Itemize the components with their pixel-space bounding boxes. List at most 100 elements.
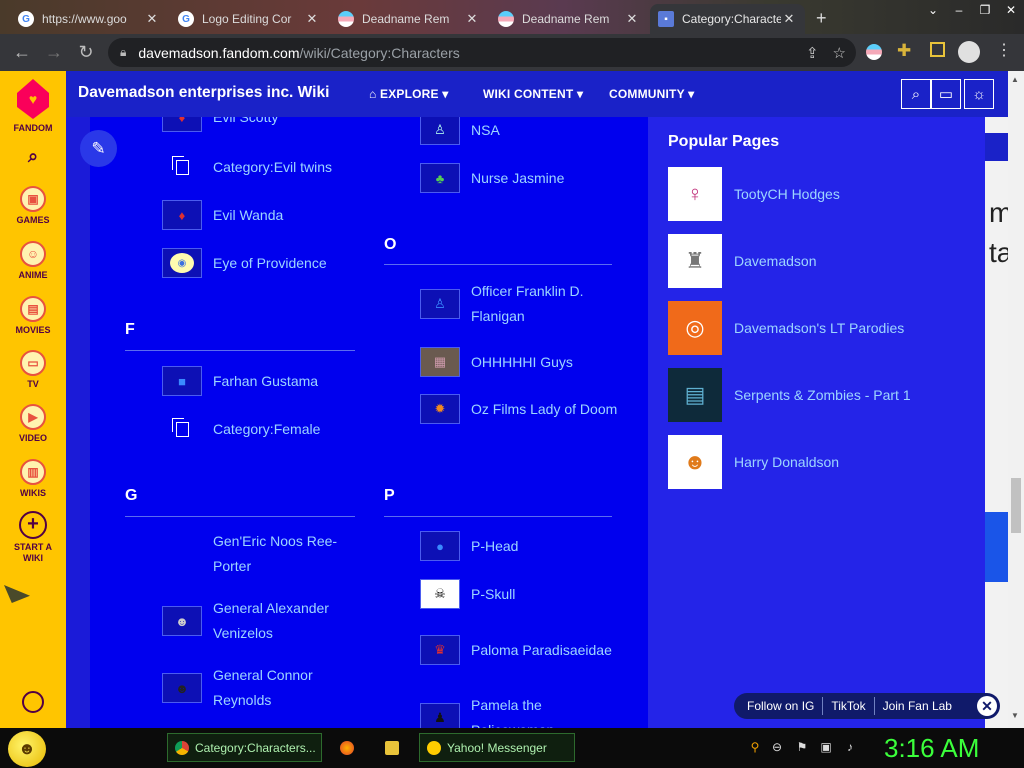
flag-icon[interactable]: ⚑ <box>795 740 809 754</box>
rail-tv[interactable]: ▭ TV <box>0 350 66 390</box>
extensions-puzzle-icon[interactable]: ✚ <box>897 41 911 61</box>
network-icon[interactable]: ▣ <box>819 740 833 754</box>
close-icon[interactable]: ✕ <box>781 11 797 27</box>
list-item[interactable]: ▦ OHHHHHI Guys <box>420 347 621 377</box>
nav-community[interactable]: COMMUNITY ▾ <box>609 87 694 101</box>
list-item-link[interactable]: Category:Evil twins <box>213 155 363 180</box>
menu-kebab-icon[interactable]: ⋮ <box>996 40 1012 60</box>
start-smiley-icon[interactable]: ☻ <box>8 731 46 767</box>
browser-tab[interactable]: G Logo Editing Cor ✕ <box>170 4 328 34</box>
list-item-link[interactable]: Evil Wanda <box>213 203 363 228</box>
popular-page-item[interactable]: ♀ TootyCH Hodges <box>668 167 840 221</box>
page-scrollbar[interactable]: ▲ ▼ <box>1008 71 1024 728</box>
bookmark-star-icon[interactable]: ☆ <box>833 44 846 62</box>
list-item[interactable]: ♟ Pamela the Policewoman <box>420 693 621 728</box>
taskbar-app-chrome[interactable]: Category:Characters... <box>167 733 322 762</box>
sidepanel-icon[interactable] <box>930 42 945 57</box>
list-item-link[interactable]: General Connor Reynolds <box>213 663 363 713</box>
list-item[interactable]: ♦ Evil Scotty <box>162 117 363 132</box>
minus-circle-icon[interactable]: ⊖ <box>770 740 784 754</box>
search-icon[interactable]: ⌕ <box>901 79 931 109</box>
browser-tab[interactable]: Deadname Rem ✕ <box>490 4 648 34</box>
rail-start-a-wiki[interactable]: + START A WIKI <box>0 511 66 564</box>
rail-search[interactable]: ⌕ <box>0 147 66 173</box>
back-arrow-icon[interactable]: ← <box>6 37 38 69</box>
speaker-icon[interactable]: ♪ <box>843 740 857 754</box>
popular-page-item[interactable]: ♜ Davemadson <box>668 234 817 288</box>
close-icon[interactable]: ✕ <box>624 11 640 27</box>
nav-wiki-content[interactable]: WIKI CONTENT ▾ <box>483 87 583 101</box>
close-icon[interactable]: ✕ <box>977 696 997 716</box>
list-item[interactable]: ☻ General Connor Reynolds <box>162 663 363 713</box>
list-item-link[interactable]: Officer Franklin D. Flanigan <box>471 279 621 329</box>
list-item-link[interactable]: NSA <box>471 118 621 143</box>
list-item[interactable]: ♦ Evil Wanda <box>162 200 363 230</box>
join-fan-lab-link[interactable]: Join Fan Lab <box>875 697 960 715</box>
taskbar-app-firefox[interactable] <box>333 733 363 762</box>
taskbar-app-folder[interactable] <box>378 733 408 762</box>
pride-flag-extension-icon[interactable] <box>866 44 882 60</box>
list-item-link[interactable]: Category:Female <box>213 417 363 442</box>
rail-games[interactable]: ▣ GAMES <box>0 186 66 226</box>
rail-movies[interactable]: ▤ MOVIES <box>0 296 66 336</box>
list-item[interactable]: ♙ NSA <box>420 117 621 145</box>
restore-icon[interactable]: ❐ <box>972 0 998 20</box>
close-icon[interactable]: ✕ <box>144 11 160 27</box>
close-icon[interactable]: ✕ <box>304 11 320 27</box>
search-icon[interactable]: ⚲ <box>748 740 762 754</box>
list-item[interactable]: ♙ Officer Franklin D. Flanigan <box>420 279 621 329</box>
popular-page-link[interactable]: Serpents & Zombies - Part 1 <box>734 387 911 403</box>
profile-avatar-icon[interactable] <box>958 41 980 63</box>
browser-tab-active[interactable]: ▪ Category:Characte ✕ <box>650 4 805 34</box>
edit-pencil-icon[interactable]: ✎ <box>80 130 117 167</box>
list-item-link[interactable]: OHHHHHI Guys <box>471 350 621 375</box>
list-item-link[interactable]: Farhan Gustama <box>213 369 363 394</box>
list-item-link[interactable]: Eye of Providence <box>213 251 363 276</box>
list-item[interactable]: ♣ Nurse Jasmine <box>420 163 621 193</box>
popular-page-link[interactable]: TootyCH Hodges <box>734 186 840 202</box>
popular-page-link[interactable]: Davemadson's LT Parodies <box>734 320 904 336</box>
list-item[interactable]: ☠ P-Skull <box>420 579 621 609</box>
scroll-up-arrow[interactable]: ▲ <box>1011 75 1019 84</box>
wiki-title[interactable]: Davemadson enterprises inc. Wiki <box>78 84 329 102</box>
list-item-link[interactable]: General Alexander Venizelos <box>213 596 363 646</box>
scrollbar-thumb[interactable] <box>1011 478 1021 533</box>
list-item-link[interactable]: Pamela the Policewoman <box>471 693 621 728</box>
list-item[interactable]: ♛ Paloma Paradisaeidae <box>420 635 621 665</box>
browser-tab[interactable]: G https://www.goo ✕ <box>10 4 168 34</box>
scroll-down-arrow[interactable]: ▼ <box>1011 711 1019 720</box>
list-item[interactable]: ☻ General Alexander Venizelos <box>162 596 363 646</box>
list-item[interactable]: ● P-Head <box>420 531 621 561</box>
tiktok-link[interactable]: TikTok <box>823 697 875 715</box>
list-item-link[interactable]: Paloma Paradisaeidae <box>471 638 621 663</box>
close-window-icon[interactable]: ✕ <box>998 0 1024 20</box>
theme-toggle-icon[interactable]: ☼ <box>964 79 994 109</box>
list-item-link[interactable]: P-Head <box>471 534 621 559</box>
list-item-link[interactable]: Evil Scotty <box>213 117 363 130</box>
follow-ig-link[interactable]: Follow on IG <box>734 697 824 715</box>
rail-anime[interactable]: ☺ ANIME <box>0 241 66 281</box>
discussions-icon[interactable]: ▭ <box>931 79 961 109</box>
minimize-icon[interactable]: – <box>946 0 972 20</box>
list-item[interactable]: Category:Female <box>162 414 363 444</box>
list-item-link[interactable]: Oz Films Lady of Doom <box>471 397 621 422</box>
rail-wikis[interactable]: ▥ WIKIS <box>0 459 66 499</box>
close-icon[interactable]: ✕ <box>464 11 480 27</box>
forward-arrow-icon[interactable]: → <box>38 37 70 69</box>
new-tab-button[interactable]: + <box>816 8 827 29</box>
popular-page-link[interactable]: Davemadson <box>734 253 817 269</box>
list-item[interactable]: Category:Evil twins <box>162 152 363 182</box>
user-account-icon[interactable] <box>22 691 44 713</box>
popular-page-link[interactable]: Harry Donaldson <box>734 454 839 470</box>
popular-page-item[interactable]: ◎ Davemadson's LT Parodies <box>668 301 904 355</box>
list-item-link[interactable]: P-Skull <box>471 582 621 607</box>
reload-icon[interactable]: ↻ <box>70 37 102 69</box>
address-bar[interactable]: 🔒︎ davemadson.fandom.com/wiki/Category:C… <box>108 38 856 67</box>
list-item[interactable]: ✹ Oz Films Lady of Doom <box>420 394 621 424</box>
taskbar-clock[interactable]: 3:16 AM <box>884 733 979 764</box>
taskbar-app-yahoo-messenger[interactable]: Yahoo! Messenger <box>419 733 575 762</box>
list-item[interactable]: Gen'Eric Noos Ree-Porter <box>162 529 363 579</box>
share-icon[interactable]: ⇪ <box>806 44 819 62</box>
browser-tab[interactable]: Deadname Rem ✕ <box>330 4 488 34</box>
popular-page-item[interactable]: ☻ Harry Donaldson <box>668 435 839 489</box>
